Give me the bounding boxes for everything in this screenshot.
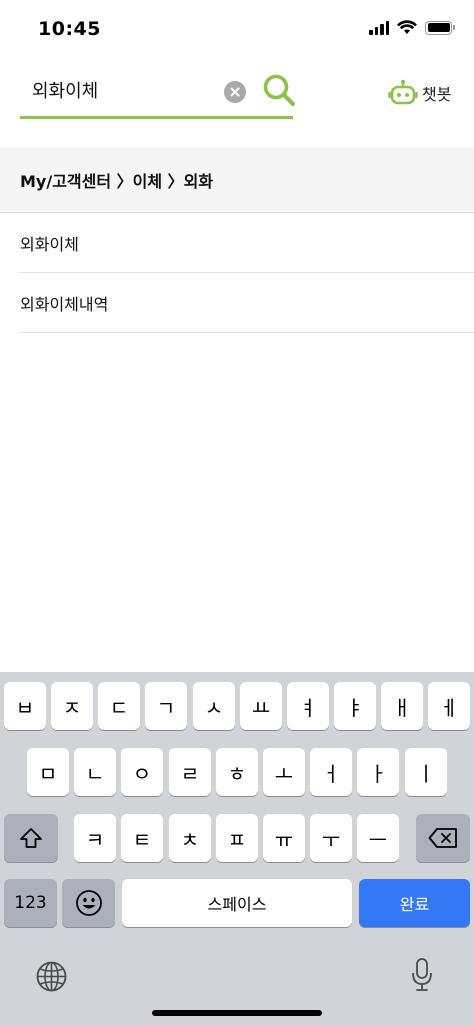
- key[interactable]: ㅁ: [27, 748, 69, 796]
- chatbot-icon: [388, 79, 418, 105]
- result-item[interactable]: 외화이체: [20, 213, 474, 273]
- result-label: 외화이체: [20, 234, 79, 254]
- key[interactable]: ㅈ: [51, 682, 93, 730]
- key[interactable]: ㅌ: [121, 814, 163, 862]
- breadcrumb: My/고객센터 〉이체 〉외화: [0, 147, 474, 213]
- numbers-key[interactable]: 123: [4, 879, 57, 927]
- result-label: 외화이체내역: [20, 294, 109, 314]
- key[interactable]: ㅕ: [287, 682, 329, 730]
- key[interactable]: ㅓ: [310, 748, 352, 796]
- key[interactable]: ㄹ: [169, 748, 211, 796]
- shift-key[interactable]: [4, 814, 58, 862]
- battery-icon: [425, 20, 455, 35]
- key[interactable]: ㄷ: [98, 682, 140, 730]
- key[interactable]: ㅠ: [263, 814, 305, 862]
- key[interactable]: ㅊ: [169, 814, 211, 862]
- clear-icon[interactable]: [224, 81, 246, 103]
- emoji-key[interactable]: [62, 879, 115, 927]
- search-input[interactable]: [20, 72, 220, 108]
- status-bar: 10:45: [0, 0, 474, 60]
- key[interactable]: ㅇ: [121, 748, 163, 796]
- key[interactable]: ㅏ: [357, 748, 399, 796]
- globe-icon[interactable]: [35, 960, 68, 993]
- shift-icon: [20, 828, 42, 848]
- key[interactable]: ㄴ: [74, 748, 116, 796]
- emoji-icon: [75, 890, 102, 916]
- key[interactable]: ㅣ: [405, 748, 447, 796]
- key[interactable]: ㅋ: [74, 814, 116, 862]
- breadcrumb-text: My/고객센터 〉이체 〉외화: [20, 171, 214, 191]
- keyboard: ㅂ ㅈ ㄷ ㄱ ㅅ ㅛ ㅕ ㅑ ㅐ ㅔ ㅁ ㄴ ㅇ ㄹ ㅎ ㅗ ㅓ ㅏ ㅣ ㅋ …: [0, 672, 474, 1025]
- done-key[interactable]: 완료: [359, 879, 470, 927]
- key[interactable]: ㅜ: [310, 814, 352, 862]
- status-time: 10:45: [38, 18, 101, 40]
- key[interactable]: ㅂ: [4, 682, 46, 730]
- backspace-icon: [428, 828, 457, 848]
- space-key[interactable]: 스페이스: [122, 879, 352, 927]
- key[interactable]: ㅔ: [428, 682, 470, 730]
- search-results: 외화이체 외화이체내역: [0, 213, 474, 333]
- signal-icon: [369, 20, 389, 35]
- home-indicator: [152, 1010, 322, 1016]
- key[interactable]: ㅍ: [216, 814, 258, 862]
- key[interactable]: ㅛ: [240, 682, 282, 730]
- key[interactable]: ㅗ: [263, 748, 305, 796]
- key[interactable]: ㄱ: [145, 682, 187, 730]
- microphone-icon[interactable]: [410, 957, 434, 993]
- search-bar: [20, 64, 296, 119]
- app-screen: 10:45 외화이체 챗봇 My/고객센터 〉이체 〉외화 외화이체 외화이체내…: [0, 0, 474, 1025]
- key[interactable]: ㅑ: [334, 682, 376, 730]
- key[interactable]: ㅡ: [357, 814, 399, 862]
- search-icon[interactable]: [261, 72, 297, 108]
- result-item[interactable]: 외화이체내역: [20, 273, 474, 333]
- key[interactable]: ㅅ: [193, 682, 235, 730]
- key[interactable]: ㅎ: [216, 748, 258, 796]
- wifi-icon: [397, 20, 417, 34]
- status-icons: [369, 20, 455, 35]
- key[interactable]: ㅐ: [381, 682, 423, 730]
- chatbot-button[interactable]: 챗봇: [388, 78, 451, 108]
- chatbot-label: 챗봇: [422, 85, 452, 104]
- backspace-key[interactable]: [416, 814, 470, 862]
